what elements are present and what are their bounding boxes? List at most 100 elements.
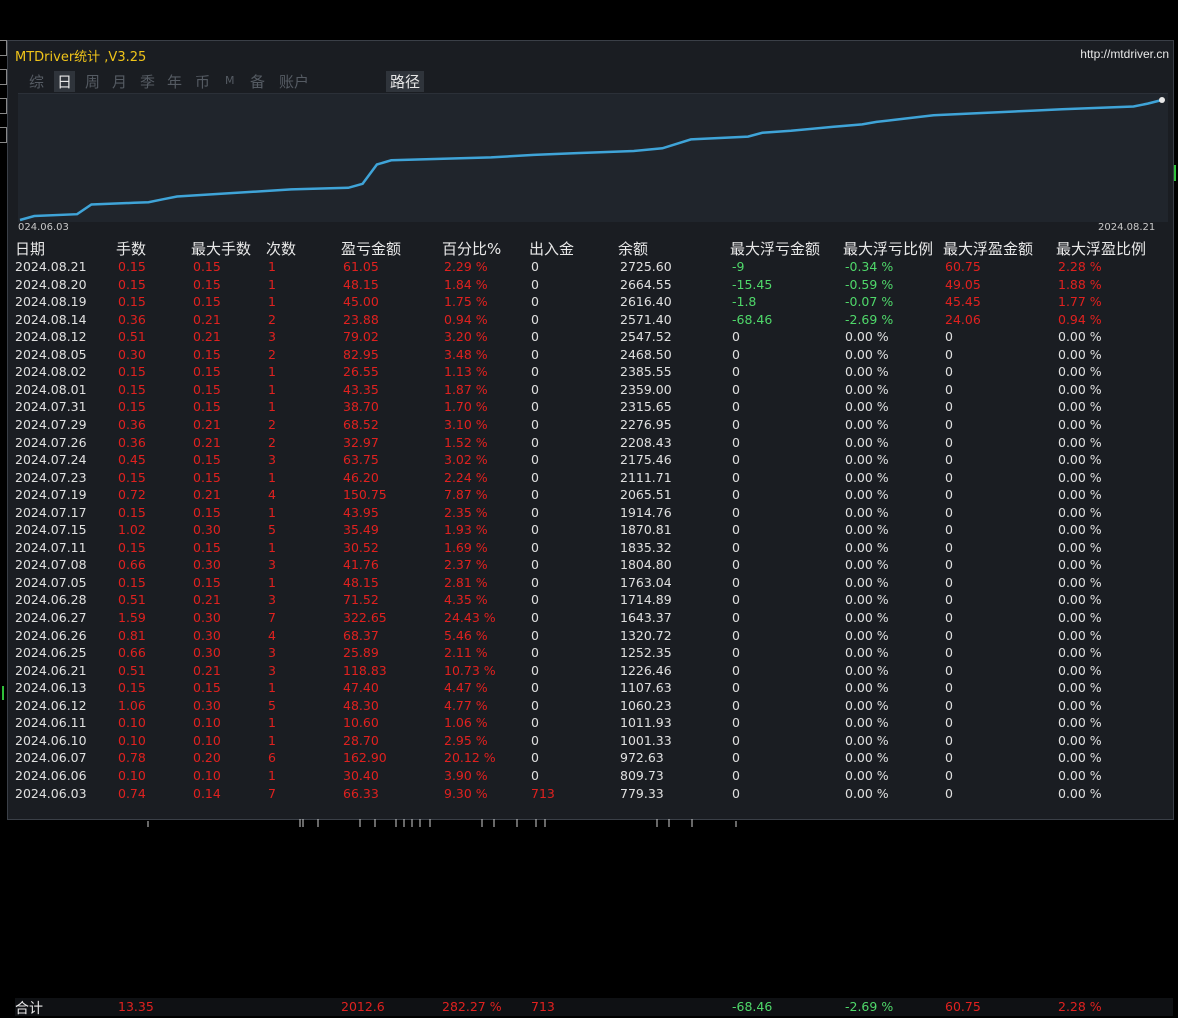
cell-pct: 2.81 % xyxy=(444,574,488,590)
table-row[interactable]: 2024.06.13 0.15 0.15 1 47.40 4.47 % 0 1107.63 0 0… xyxy=(15,679,1173,697)
table-row[interactable]: 2024.06.06 0.10 0.10 1 30.40 3.90 % 0 809.73 0 0.… xyxy=(15,767,1173,785)
table-row[interactable]: 2024.07.29 0.36 0.21 2 68.52 3.10 % 0 2276.95 0 0… xyxy=(15,416,1173,434)
cell-max-float-loss: 0 xyxy=(732,399,740,415)
cell-count: 3 xyxy=(268,329,276,345)
tab-account[interactable]: 账户 xyxy=(276,71,312,92)
col-date[interactable]: 日期 xyxy=(15,238,45,259)
cell-balance: 2111.71 xyxy=(620,469,672,485)
cell-pnl: 150.75 xyxy=(343,487,387,503)
cell-pnl: 43.35 xyxy=(343,381,379,397)
tab-weekly[interactable]: 周 xyxy=(82,71,103,92)
cell-date: 2024.07.31 xyxy=(15,399,87,415)
table-row[interactable]: 2024.08.05 0.30 0.15 2 82.95 3.48 % 0 2468.50 0 0… xyxy=(15,346,1173,364)
table-row[interactable]: 2024.07.17 0.15 0.15 1 43.95 2.35 % 0 1914.76 0 0… xyxy=(15,504,1173,522)
table-row[interactable]: 2024.06.26 0.81 0.30 4 68.37 5.46 % 0 1320.72 0 0… xyxy=(15,627,1173,645)
cell-max-float-loss-pct: 0.00 % xyxy=(845,539,889,555)
cell-max-float-profit-pct: 0.00 % xyxy=(1058,381,1102,397)
total-lots: 13.35 xyxy=(118,999,154,1014)
tab-monthly[interactable]: 月 xyxy=(109,71,130,92)
col-lots[interactable]: 手数 xyxy=(116,238,146,259)
cell-date: 2024.06.21 xyxy=(15,662,87,678)
tab-path[interactable]: 路径 xyxy=(386,71,425,92)
tab-currency[interactable]: 币 xyxy=(192,71,213,92)
cell-max-float-profit-pct: 0.00 % xyxy=(1058,732,1102,748)
table-row[interactable]: 2024.08.20 0.15 0.15 1 48.15 1.84 % 0 2664.55 -1… xyxy=(15,276,1173,294)
table-row[interactable]: 2024.06.21 0.51 0.21 3 118.83 10.73 % 0 1226.46… xyxy=(15,662,1173,680)
col-pnl[interactable]: 盈亏金额 xyxy=(341,238,401,259)
table-row[interactable]: 2024.07.08 0.66 0.30 3 41.76 2.37 % 0 1804.80 0 0… xyxy=(15,556,1173,574)
cell-pnl: 10.60 xyxy=(343,715,379,731)
handle[interactable] xyxy=(0,40,7,56)
col-max-float-loss[interactable]: 最大浮亏金额 xyxy=(730,238,820,259)
col-max-float-loss-pct[interactable]: 最大浮亏比例 xyxy=(843,238,933,259)
cell-max-lots: 0.21 xyxy=(193,662,221,678)
table-row[interactable]: 2024.08.12 0.51 0.21 3 79.02 3.20 % 0 2547.52 0 0… xyxy=(15,328,1173,346)
cell-balance: 2547.52 xyxy=(620,329,672,345)
tab-summary[interactable]: 综 xyxy=(26,71,47,92)
col-max-float-profit-pct[interactable]: 最大浮盈比例 xyxy=(1056,238,1146,259)
cell-pct: 4.77 % xyxy=(444,697,488,713)
tab-yearly[interactable]: 年 xyxy=(164,71,185,92)
cell-max-float-profit-pct: 1.77 % xyxy=(1058,294,1102,310)
table-row[interactable]: 2024.08.21 0.15 0.15 1 61.05 2.29 % 0 2725.60 -9… xyxy=(15,258,1173,276)
cell-count: 1 xyxy=(268,364,276,380)
table-row[interactable]: 2024.08.14 0.36 0.21 2 23.88 0.94 % 0 2571.40 -6… xyxy=(15,311,1173,329)
col-max-float-profit[interactable]: 最大浮盈金额 xyxy=(943,238,1033,259)
tab-daily[interactable]: 日 xyxy=(54,71,76,92)
table-row[interactable]: 2024.07.05 0.15 0.15 1 48.15 2.81 % 0 1763.04 0 0… xyxy=(15,574,1173,592)
cell-pct: 3.90 % xyxy=(444,767,488,783)
cell-cash: 0 xyxy=(531,311,539,327)
cell-pnl: 38.70 xyxy=(343,399,379,415)
cell-max-float-loss: 0 xyxy=(732,487,740,503)
cell-balance: 2664.55 xyxy=(620,276,672,292)
app-url-link[interactable]: http://mtdriver.cn xyxy=(1080,47,1169,61)
table-row[interactable]: 2024.06.10 0.10 0.10 1 28.70 2.95 % 0 1001.33 0 0… xyxy=(15,732,1173,750)
tab-m[interactable]: M xyxy=(222,74,238,87)
table-row[interactable]: 2024.07.23 0.15 0.15 1 46.20 2.24 % 0 2111.71 0 0… xyxy=(15,469,1173,487)
total-max-float-profit: 60.75 xyxy=(945,999,981,1014)
table-row[interactable]: 2024.06.12 1.06 0.30 5 48.30 4.77 % 0 1060.23 0 0… xyxy=(15,697,1173,715)
table-row[interactable]: 2024.06.07 0.78 0.20 6 162.90 20.12 % 0 972.63 0… xyxy=(15,749,1173,767)
table-row[interactable]: 2024.08.02 0.15 0.15 1 26.55 1.13 % 0 2385.55 0 0… xyxy=(15,363,1173,381)
cell-pnl: 32.97 xyxy=(343,434,379,450)
table-row[interactable]: 2024.07.19 0.72 0.21 4 150.75 7.87 % 0 2065.51 0… xyxy=(15,486,1173,504)
cell-count: 1 xyxy=(268,680,276,696)
table-row[interactable]: 2024.06.27 1.59 0.30 7 322.65 24.43 % 0 1643.37… xyxy=(15,609,1173,627)
table-row[interactable]: 2024.07.11 0.15 0.15 1 30.52 1.69 % 0 1835.32 0 0… xyxy=(15,539,1173,557)
handle[interactable] xyxy=(0,127,7,143)
cell-balance: 1107.63 xyxy=(620,680,672,696)
cell-balance: 1763.04 xyxy=(620,574,672,590)
cell-lots: 0.15 xyxy=(118,469,146,485)
table-row[interactable]: 2024.08.19 0.15 0.15 1 45.00 1.75 % 0 2616.40 -1… xyxy=(15,293,1173,311)
handle[interactable] xyxy=(0,69,7,85)
col-balance[interactable]: 余额 xyxy=(618,238,648,259)
cell-max-float-loss-pct: 0.00 % xyxy=(845,697,889,713)
col-max-lots[interactable]: 最大手数 xyxy=(191,238,251,259)
col-pct[interactable]: 百分比% xyxy=(442,238,501,259)
table-row[interactable]: 2024.07.26 0.36 0.21 2 32.97 1.52 % 0 2208.43 0 0… xyxy=(15,434,1173,452)
cell-pct: 10.73 % xyxy=(444,662,496,678)
table-row[interactable]: 2024.07.24 0.45 0.15 3 63.75 3.02 % 0 2175.46 0 0… xyxy=(15,451,1173,469)
tab-quarterly[interactable]: 季 xyxy=(137,71,158,92)
table-row[interactable]: 2024.06.25 0.66 0.30 3 25.89 2.11 % 0 1252.35 0 0… xyxy=(15,644,1173,662)
cell-cash: 713 xyxy=(531,785,555,801)
table-row[interactable]: 2024.08.01 0.15 0.15 1 43.35 1.87 % 0 2359.00 0 0… xyxy=(15,381,1173,399)
cell-pct: 1.87 % xyxy=(444,381,488,397)
table-row[interactable]: 2024.07.15 1.02 0.30 5 35.49 1.93 % 0 1870.81 0 0… xyxy=(15,521,1173,539)
cell-max-lots: 0.15 xyxy=(193,294,221,310)
cell-max-float-loss: 0 xyxy=(732,592,740,608)
cell-pct: 2.11 % xyxy=(444,645,488,661)
tab-notes[interactable]: 备 xyxy=(247,71,268,92)
table-row[interactable]: 2024.06.28 0.51 0.21 3 71.52 4.35 % 0 1714.89 0 0… xyxy=(15,591,1173,609)
col-count[interactable]: 次数 xyxy=(266,238,296,259)
cell-max-float-profit: 0 xyxy=(945,645,953,661)
cell-max-float-loss-pct: 0.00 % xyxy=(845,645,889,661)
handle[interactable] xyxy=(0,98,7,114)
cell-max-lots: 0.14 xyxy=(193,785,221,801)
cell-count: 3 xyxy=(268,662,276,678)
table-row[interactable]: 2024.06.03 0.74 0.14 7 66.33 9.30 % 713 779.33 0… xyxy=(15,785,1173,803)
table-row[interactable]: 2024.07.31 0.15 0.15 1 38.70 1.70 % 0 2315.65 0 0… xyxy=(15,398,1173,416)
col-cash[interactable]: 出入金 xyxy=(529,238,574,259)
table-row[interactable]: 2024.06.11 0.10 0.10 1 10.60 1.06 % 0 1011.93 0 0… xyxy=(15,714,1173,732)
cell-max-float-profit-pct: 0.00 % xyxy=(1058,610,1102,625)
